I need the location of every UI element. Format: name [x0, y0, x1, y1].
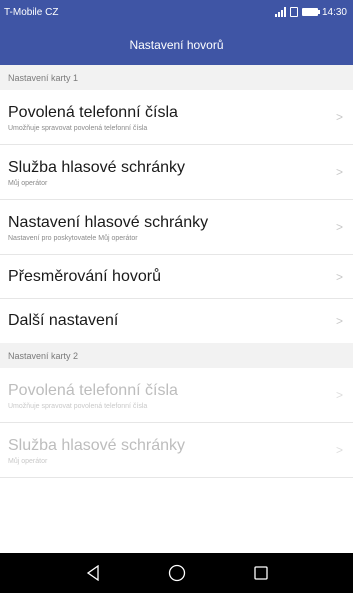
setting-subtitle: Umožňuje spravovat povolená telefonní čí…	[8, 402, 148, 410]
carrier-name: T-Mobile CZ	[4, 6, 59, 18]
status-bar: T-Mobile CZ 14:30	[0, 0, 353, 24]
section-header-label: Nastavení karty 2	[8, 350, 79, 361]
back-icon[interactable]	[81, 561, 105, 585]
setting-voicemail-service-sim1[interactable]: Služba hlasové schránky Můj operátor >	[0, 145, 353, 200]
battery-icon	[301, 8, 320, 16]
sim-icon	[289, 7, 298, 17]
setting-title: Další nastavení	[8, 312, 119, 329]
status-time: 14:30	[321, 6, 347, 18]
home-icon[interactable]	[165, 561, 189, 585]
setting-subtitle: Můj operátor	[8, 457, 48, 465]
signal-icon	[274, 7, 286, 17]
chevron-right-icon: >	[335, 269, 343, 284]
setting-title: Služba hlasové schránky	[8, 436, 185, 454]
chevron-right-icon: >	[335, 220, 343, 234]
status-icons: 14:30	[274, 6, 347, 18]
page-title: Nastavení hovorů	[129, 37, 224, 52]
chevron-right-icon: >	[335, 314, 343, 328]
section-header-sim1: Nastavení karty 1	[0, 65, 353, 90]
setting-title: Povolená telefonní čísla	[8, 103, 178, 121]
setting-title: Povolená telefonní čísla	[8, 381, 178, 399]
settings-list: Nastavení karty 1 Povolená telefonní čís…	[0, 65, 353, 553]
setting-subtitle: Můj operátor	[8, 179, 48, 187]
setting-call-forwarding-sim1[interactable]: Přesměrování hovorů >	[0, 255, 353, 299]
setting-title: Přesměrování hovorů	[8, 267, 161, 285]
setting-subtitle: Umožňuje spravovat povolená telefonní čí…	[8, 124, 148, 132]
setting-title: Služba hlasové schránky	[8, 158, 185, 176]
setting-fixed-dialing-sim2: Povolená telefonní čísla Umožňuje spravo…	[0, 368, 353, 423]
setting-voicemail-service-sim2: Služba hlasové schránky Můj operátor >	[0, 423, 353, 478]
navigation-bar	[0, 553, 353, 593]
section-header-sim2: Nastavení karty 2	[0, 343, 353, 368]
section-header-label: Nastavení karty 1	[8, 72, 79, 83]
app-title-bar: Nastavení hovorů	[0, 24, 353, 65]
setting-subtitle: Nastavení pro poskytovatele Můj operátor	[8, 234, 138, 242]
setting-title: Nastavení hlasové schránky	[8, 213, 209, 231]
chevron-right-icon: >	[335, 110, 343, 124]
chevron-right-icon: >	[335, 388, 343, 402]
setting-fixed-dialing-sim1[interactable]: Povolená telefonní čísla Umožňuje spravo…	[0, 90, 353, 145]
setting-more-settings-sim1[interactable]: Další nastavení >	[0, 299, 353, 343]
recents-icon[interactable]	[249, 561, 273, 585]
chevron-right-icon: >	[335, 443, 343, 457]
setting-voicemail-settings-sim1[interactable]: Nastavení hlasové schránky Nastavení pro…	[0, 200, 353, 255]
chevron-right-icon: >	[335, 165, 343, 179]
